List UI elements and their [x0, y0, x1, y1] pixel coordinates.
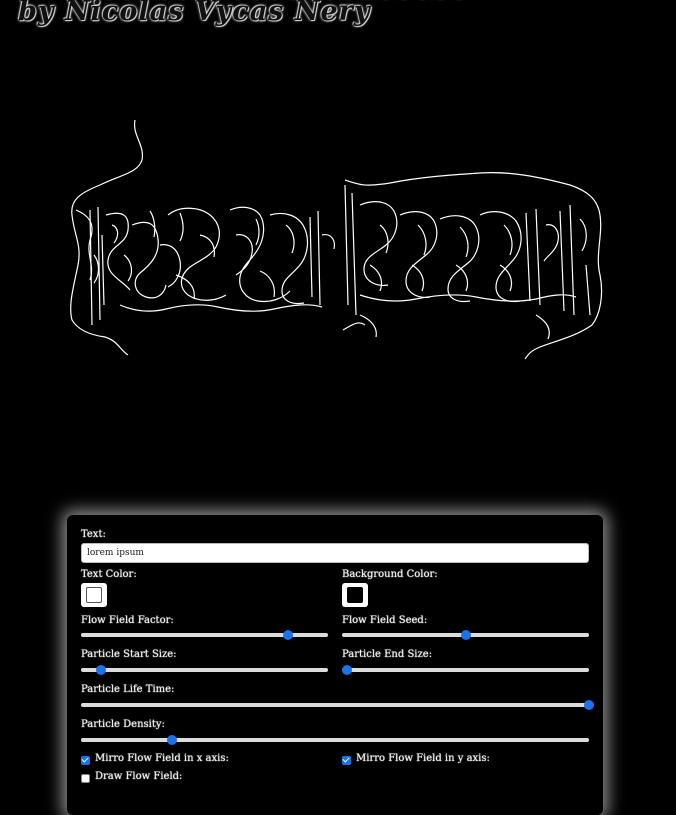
background-color-swatch: [347, 587, 363, 603]
mirror-y-label: Mirro Flow Field in y axis:: [356, 753, 490, 764]
slider-track: [81, 703, 589, 707]
text-input[interactable]: [81, 543, 589, 563]
flow-field-seed-label: Flow Field Seed:: [342, 615, 428, 626]
slider-track: [81, 668, 328, 672]
mirror-x-checkbox[interactable]: [81, 756, 90, 765]
slider-track: [81, 738, 589, 742]
slider-thumb[interactable]: [95, 665, 106, 675]
mirror-x-label: Mirro Flow Field in x axis:: [95, 753, 229, 764]
slider-track: [342, 668, 589, 672]
flow-field-factor-slider[interactable]: [81, 629, 328, 641]
text-color-swatch: [86, 587, 102, 603]
particle-start-size-slider[interactable]: [81, 664, 328, 676]
text-color-picker[interactable]: [81, 583, 107, 607]
flow-field-factor-label: Flow Field Factor:: [81, 615, 174, 626]
slider-thumb[interactable]: [584, 700, 594, 710]
slider-thumb[interactable]: [283, 630, 294, 640]
particle-start-size-label: Particle Start Size:: [81, 649, 177, 660]
draw-flow-field-label: Draw Flow Field:: [95, 771, 183, 782]
flow-field-artwork: [70, 119, 603, 360]
background-color-picker[interactable]: [342, 583, 368, 607]
particle-life-time-slider[interactable]: [81, 699, 594, 711]
text-color-label: Text Color:: [81, 569, 137, 580]
mirror-y-checkbox[interactable]: [342, 756, 351, 765]
slider-thumb[interactable]: [460, 630, 471, 640]
flow-field-seed-slider[interactable]: [342, 629, 589, 641]
draw-flow-field-checkbox[interactable]: [81, 774, 90, 783]
particle-life-time-label: Particle Life Time:: [81, 684, 175, 695]
byline: by Nicolas Vycas Nery: [18, 0, 371, 27]
particle-density-label: Particle Density:: [81, 719, 165, 730]
text-label: Text:: [81, 529, 106, 540]
slider-thumb[interactable]: [167, 735, 178, 745]
particle-end-size-slider[interactable]: [341, 664, 589, 676]
slider-thumb[interactable]: [341, 665, 352, 675]
particle-end-size-label: Particle End Size:: [342, 649, 433, 660]
controls-panel: Text: Text Color: Background Color: Flow…: [67, 515, 603, 815]
particle-density-slider[interactable]: [81, 734, 589, 746]
background-color-label: Background Color:: [342, 569, 438, 580]
